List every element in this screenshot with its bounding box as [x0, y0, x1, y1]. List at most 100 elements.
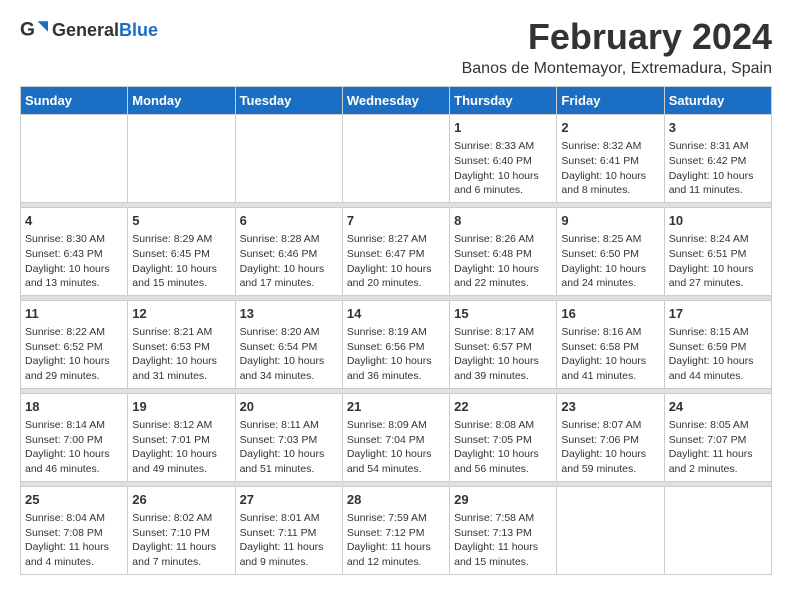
calendar-cell: 3 Sunrise: 8:31 AM Sunset: 6:42 PM Daylig…: [664, 115, 771, 203]
calendar-cell: 6 Sunrise: 8:28 AM Sunset: 6:46 PM Daylig…: [235, 207, 342, 295]
day-number: 22: [454, 398, 552, 416]
calendar-week-row: 11Sunrise: 8:22 AM Sunset: 6:52 PM Dayli…: [21, 300, 772, 388]
day-number: 2: [561, 119, 659, 137]
cell-content: Sunrise: 8:02 AM Sunset: 7:10 PM Dayligh…: [132, 511, 230, 570]
cell-content: Sunrise: 8:21 AM Sunset: 6:53 PM Dayligh…: [132, 325, 230, 384]
calendar-cell: 20 Sunrise: 8:11 AM Sunset: 7:03 PM Dayli…: [235, 393, 342, 481]
cell-content: Sunrise: 7:58 AM Sunset: 7:13 PM Dayligh…: [454, 511, 552, 570]
calendar-table: SundayMondayTuesdayWednesdayThursdayFrid…: [20, 86, 772, 575]
day-number: 27: [240, 491, 338, 509]
calendar-cell: 5Sunrise: 8:29 AM Sunset: 6:45 PM Daylig…: [128, 207, 235, 295]
day-number: 20: [240, 398, 338, 416]
header-day-thursday: Thursday: [450, 87, 557, 115]
calendar-cell: [557, 486, 664, 574]
day-number: 17: [669, 305, 767, 323]
calendar-cell: [128, 115, 235, 203]
day-number: 23: [561, 398, 659, 416]
calendar-cell: 10Sunrise: 8:24 AM Sunset: 6:51 PM Dayli…: [664, 207, 771, 295]
day-number: 28: [347, 491, 445, 509]
day-number: 21: [347, 398, 445, 416]
day-number: 18: [25, 398, 123, 416]
calendar-cell: 21 Sunrise: 8:09 AM Sunset: 7:04 PM Dayli…: [342, 393, 449, 481]
day-number: 9: [561, 212, 659, 230]
calendar-cell: 12 Sunrise: 8:21 AM Sunset: 6:53 PM Dayli…: [128, 300, 235, 388]
header: G GeneralBlue February 2024 Banos de Mon…: [20, 16, 772, 78]
logo: G GeneralBlue: [20, 16, 158, 44]
calendar-cell: 28 Sunrise: 7:59 AM Sunset: 7:12 PM Dayli…: [342, 486, 449, 574]
day-number: 8: [454, 212, 552, 230]
calendar-cell: 29 Sunrise: 7:58 AM Sunset: 7:13 PM Dayli…: [450, 486, 557, 574]
header-day-saturday: Saturday: [664, 87, 771, 115]
calendar-cell: [235, 115, 342, 203]
cell-content: Sunrise: 8:25 AM Sunset: 6:50 PM Dayligh…: [561, 232, 659, 291]
calendar-cell: 26Sunrise: 8:02 AM Sunset: 7:10 PM Dayli…: [128, 486, 235, 574]
day-number: 24: [669, 398, 767, 416]
cell-content: Sunrise: 8:15 AM Sunset: 6:59 PM Dayligh…: [669, 325, 767, 384]
header-day-wednesday: Wednesday: [342, 87, 449, 115]
calendar-cell: 7 Sunrise: 8:27 AM Sunset: 6:47 PM Daylig…: [342, 207, 449, 295]
page-subtitle: Banos de Montemayor, Extremadura, Spain: [462, 60, 772, 78]
calendar-cell: 17 Sunrise: 8:15 AM Sunset: 6:59 PM Dayli…: [664, 300, 771, 388]
cell-content: Sunrise: 8:26 AM Sunset: 6:48 PM Dayligh…: [454, 232, 552, 291]
day-number: 7: [347, 212, 445, 230]
cell-content: Sunrise: 8:27 AM Sunset: 6:47 PM Dayligh…: [347, 232, 445, 291]
cell-content: Sunrise: 8:09 AM Sunset: 7:04 PM Dayligh…: [347, 418, 445, 477]
calendar-cell: 8 Sunrise: 8:26 AM Sunset: 6:48 PM Daylig…: [450, 207, 557, 295]
cell-content: Sunrise: 8:01 AM Sunset: 7:11 PM Dayligh…: [240, 511, 338, 570]
header-day-monday: Monday: [128, 87, 235, 115]
logo-text-blue: Blue: [119, 20, 158, 40]
logo-text-general: General: [52, 20, 119, 40]
calendar-cell: 13Sunrise: 8:20 AM Sunset: 6:54 PM Dayli…: [235, 300, 342, 388]
cell-content: Sunrise: 8:05 AM Sunset: 7:07 PM Dayligh…: [669, 418, 767, 477]
cell-content: Sunrise: 8:32 AM Sunset: 6:41 PM Dayligh…: [561, 139, 659, 198]
cell-content: Sunrise: 8:31 AM Sunset: 6:42 PM Dayligh…: [669, 139, 767, 198]
cell-content: Sunrise: 8:17 AM Sunset: 6:57 PM Dayligh…: [454, 325, 552, 384]
day-number: 10: [669, 212, 767, 230]
calendar-cell: 4 Sunrise: 8:30 AM Sunset: 6:43 PM Daylig…: [21, 207, 128, 295]
title-section: February 2024 Banos de Montemayor, Extre…: [462, 16, 772, 78]
calendar-week-row: 18 Sunrise: 8:14 AM Sunset: 7:00 PM Dayli…: [21, 393, 772, 481]
cell-content: Sunrise: 8:16 AM Sunset: 6:58 PM Dayligh…: [561, 325, 659, 384]
day-number: 12: [132, 305, 230, 323]
svg-text:G: G: [20, 19, 35, 40]
calendar-cell: 2 Sunrise: 8:32 AM Sunset: 6:41 PM Daylig…: [557, 115, 664, 203]
calendar-week-row: 25 Sunrise: 8:04 AM Sunset: 7:08 PM Dayli…: [21, 486, 772, 574]
calendar-cell: 1Sunrise: 8:33 AM Sunset: 6:40 PM Daylig…: [450, 115, 557, 203]
header-day-friday: Friday: [557, 87, 664, 115]
cell-content: Sunrise: 8:14 AM Sunset: 7:00 PM Dayligh…: [25, 418, 123, 477]
cell-content: Sunrise: 8:08 AM Sunset: 7:05 PM Dayligh…: [454, 418, 552, 477]
calendar-cell: 11Sunrise: 8:22 AM Sunset: 6:52 PM Dayli…: [21, 300, 128, 388]
header-day-sunday: Sunday: [21, 87, 128, 115]
cell-content: Sunrise: 8:28 AM Sunset: 6:46 PM Dayligh…: [240, 232, 338, 291]
cell-content: Sunrise: 8:12 AM Sunset: 7:01 PM Dayligh…: [132, 418, 230, 477]
header-day-tuesday: Tuesday: [235, 87, 342, 115]
day-number: 25: [25, 491, 123, 509]
day-number: 16: [561, 305, 659, 323]
calendar-cell: 22 Sunrise: 8:08 AM Sunset: 7:05 PM Dayli…: [450, 393, 557, 481]
calendar-cell: [342, 115, 449, 203]
calendar-cell: 25 Sunrise: 8:04 AM Sunset: 7:08 PM Dayli…: [21, 486, 128, 574]
day-number: 3: [669, 119, 767, 137]
calendar-cell: 27 Sunrise: 8:01 AM Sunset: 7:11 PM Dayli…: [235, 486, 342, 574]
cell-content: Sunrise: 8:11 AM Sunset: 7:03 PM Dayligh…: [240, 418, 338, 477]
day-number: 15: [454, 305, 552, 323]
cell-content: Sunrise: 8:33 AM Sunset: 6:40 PM Dayligh…: [454, 139, 552, 198]
cell-content: Sunrise: 8:04 AM Sunset: 7:08 PM Dayligh…: [25, 511, 123, 570]
day-number: 19: [132, 398, 230, 416]
logo-icon: G: [20, 16, 48, 44]
day-number: 4: [25, 212, 123, 230]
calendar-week-row: 4 Sunrise: 8:30 AM Sunset: 6:43 PM Daylig…: [21, 207, 772, 295]
calendar-cell: [21, 115, 128, 203]
cell-content: Sunrise: 8:30 AM Sunset: 6:43 PM Dayligh…: [25, 232, 123, 291]
page-title: February 2024: [462, 16, 772, 58]
cell-content: Sunrise: 8:29 AM Sunset: 6:45 PM Dayligh…: [132, 232, 230, 291]
cell-content: Sunrise: 7:59 AM Sunset: 7:12 PM Dayligh…: [347, 511, 445, 570]
calendar-header-row: SundayMondayTuesdayWednesdayThursdayFrid…: [21, 87, 772, 115]
day-number: 6: [240, 212, 338, 230]
cell-content: Sunrise: 8:22 AM Sunset: 6:52 PM Dayligh…: [25, 325, 123, 384]
calendar-cell: 16 Sunrise: 8:16 AM Sunset: 6:58 PM Dayli…: [557, 300, 664, 388]
calendar-cell: 24 Sunrise: 8:05 AM Sunset: 7:07 PM Dayli…: [664, 393, 771, 481]
cell-content: Sunrise: 8:20 AM Sunset: 6:54 PM Dayligh…: [240, 325, 338, 384]
day-number: 14: [347, 305, 445, 323]
day-number: 29: [454, 491, 552, 509]
